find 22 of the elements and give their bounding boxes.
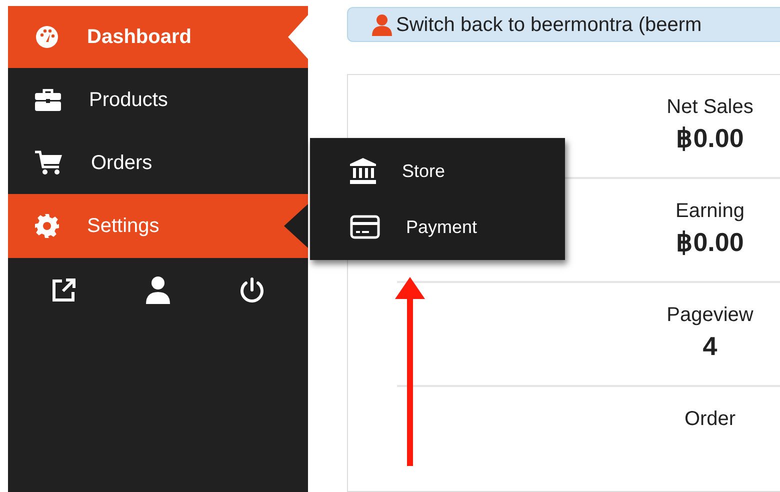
stat-value: 4 [702,330,718,363]
user-icon [372,14,392,36]
gauge-icon [35,25,59,49]
stat-label: Order [684,407,736,432]
submenu-item[interactable]: Store [350,155,565,187]
stat-value: ฿0.00 [676,122,744,155]
stat-value: ฿0.00 [676,226,744,259]
submenu-item[interactable]: Payment [350,211,565,243]
briefcase-icon [35,89,61,111]
cart-icon [35,150,63,176]
gear-icon [35,214,59,238]
bank-icon [350,158,376,184]
power-icon[interactable] [239,277,266,303]
sidebar-item[interactable]: Dashboard [8,6,308,68]
switch-back-link[interactable]: Switch back to beermontra (beerm [396,10,702,40]
stat-label: Earning [676,199,744,224]
external-link-icon[interactable] [50,277,77,303]
user-icon[interactable] [146,276,170,304]
credit-card-icon [350,215,380,239]
stat-label: Net Sales [666,95,754,120]
stat-label: Pageview [666,303,754,328]
sidebar-item[interactable]: Settings [8,194,308,258]
